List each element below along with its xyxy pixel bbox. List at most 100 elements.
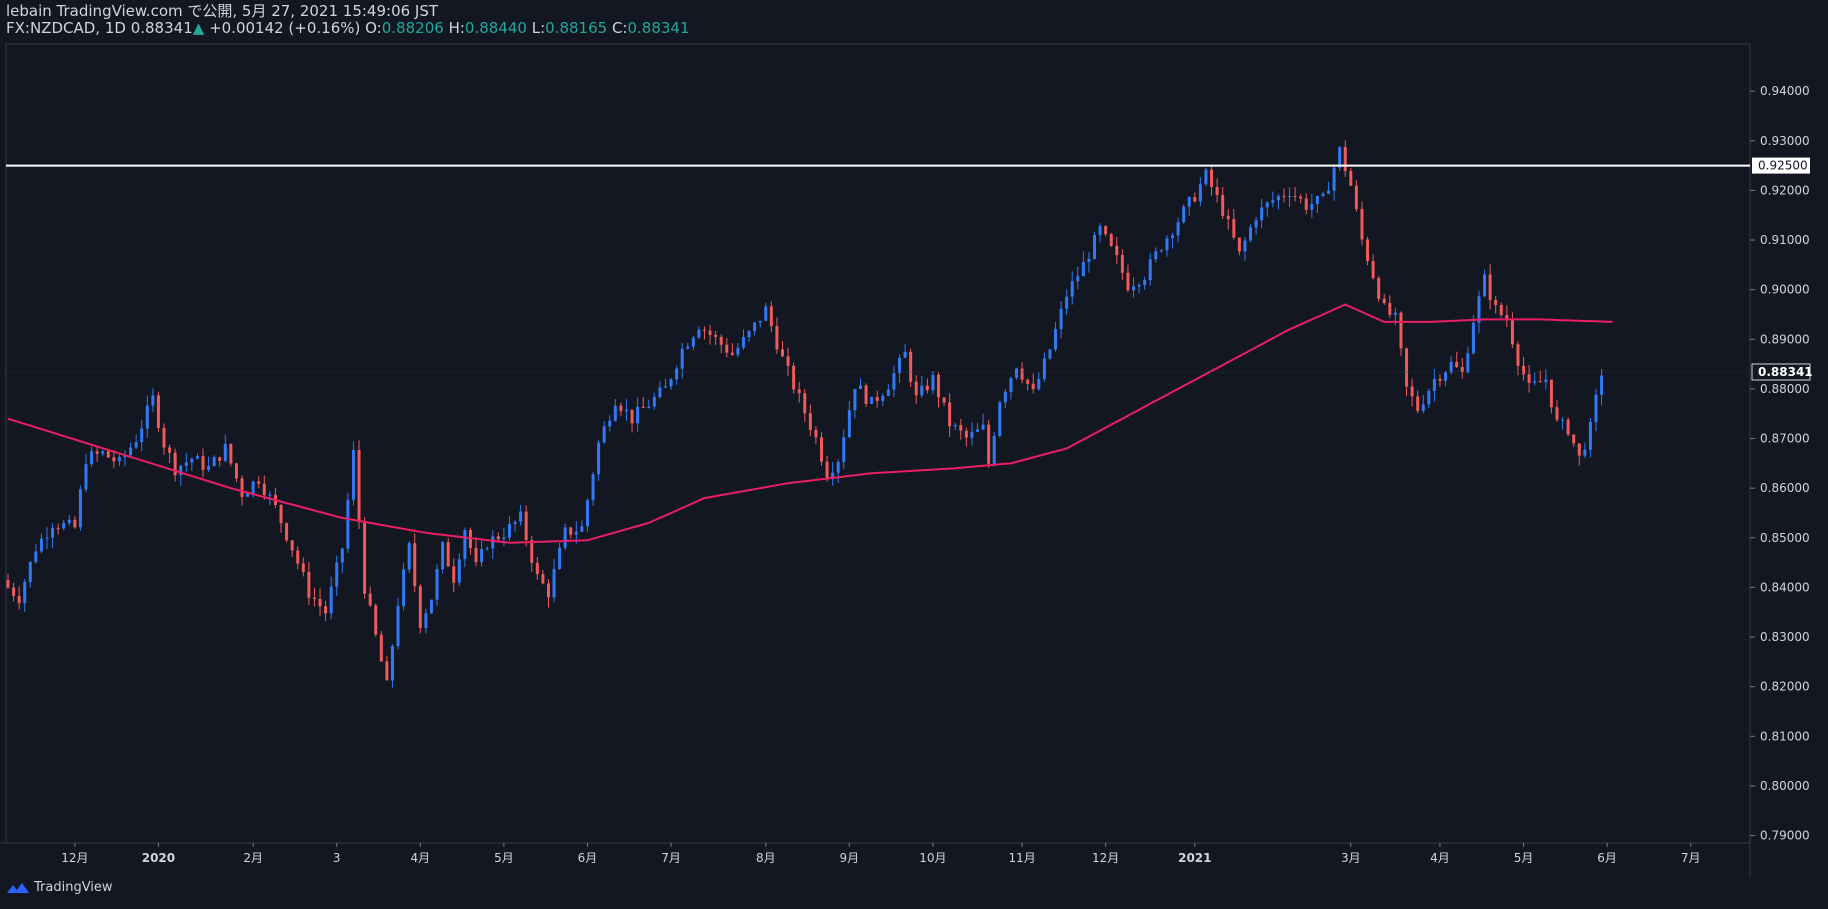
time-tick-label: 12月 [61,851,88,865]
candle-down [1343,147,1347,171]
candle-up [663,386,667,388]
candle-down [168,447,172,453]
candle-up [424,613,428,628]
candle-up [1444,372,1448,381]
plot-frame [5,43,1751,844]
candle-up [953,424,957,427]
candle-down [1109,234,1113,246]
candle-down [1510,320,1514,345]
candle-up [1003,391,1007,403]
candle-down [452,566,456,583]
candle-up [223,443,227,461]
candle-up [886,389,890,396]
candle-up [441,542,445,570]
candle-down [1405,348,1409,387]
candle-up [1332,167,1336,191]
candle-up [1254,220,1258,228]
candle-down [156,395,160,428]
candle-down [1237,237,1241,252]
price-tick-label: 0.83000 [1760,630,1810,644]
candle-down [641,406,645,408]
candle-up [624,409,628,412]
candle-up [117,457,121,462]
candle-down [12,587,16,596]
candle-down [535,562,539,575]
candle-up [129,447,133,456]
candle-down [1455,361,1459,368]
candle-down [1226,215,1230,220]
candle-up [335,562,339,587]
candle-down [569,527,573,535]
candle-down [1566,419,1570,435]
candle-down [719,336,723,345]
candle-down [379,634,383,662]
candle-down [1438,378,1442,381]
footer: TradingView [6,880,113,895]
candle-down [1126,272,1130,291]
candle-up [1154,251,1158,260]
candle-up [28,562,32,583]
price-tick-label: 0.92000 [1760,183,1810,197]
candle-up [62,522,66,529]
candle-up [1076,276,1080,282]
candle-down [363,521,367,594]
footer-brand: TradingView [34,880,113,895]
candle-up [1588,421,1592,450]
candle-up [870,396,874,404]
candle-down [714,334,718,337]
candle-down [1031,383,1035,390]
time-tick-label: 10月 [919,851,946,865]
candle-down [368,593,372,606]
candle-up [602,426,606,443]
candle-up [764,306,768,321]
candle-down [1304,198,1308,210]
candle-up [1198,184,1202,202]
candle-up [1009,377,1013,392]
candle-down [262,483,266,495]
candle-up [647,406,651,408]
candle-down [56,528,60,530]
price-chart[interactable]: 0.94000 0.93000 0.92000 0.91000 0.90000 0.890… [0,0,1828,909]
candle-up [207,466,211,470]
candle-up [1132,286,1136,291]
price-tick-label: 0.90000 [1760,283,1810,297]
price-tick-label: 0.86000 [1760,481,1810,495]
candle-down [1210,169,1214,187]
candle-down [524,511,528,541]
candle-up [519,511,523,522]
candle-down [296,550,300,564]
candle-up [480,548,484,563]
candle-down [1293,195,1297,197]
candle-down [279,505,283,524]
candle-up [457,559,461,583]
candle-up [1310,204,1314,210]
candle-up [1059,308,1063,330]
candle-up [585,500,589,527]
candle-up [1271,200,1275,203]
candle-up [613,405,617,421]
candle-up [741,337,745,348]
price-tick-label: 0.82000 [1760,680,1810,694]
candle-up [1182,206,1186,223]
time-tick-label: 3月 [1341,851,1361,865]
candle-up [84,464,88,490]
candle-up [101,451,105,454]
candle-up [1421,404,1425,411]
candle-up [1159,250,1163,252]
candle-up [1466,353,1470,373]
candle-up [898,357,902,374]
candle-up [1327,190,1331,194]
candle-down [987,424,991,464]
candle-up [1471,322,1475,354]
candle-up [251,481,255,494]
candle-up [1204,169,1208,185]
time-tick-label: 6月 [578,851,598,865]
candle-up [1265,202,1269,208]
candle-up [580,526,584,532]
candle-up [981,424,985,430]
candle-up [351,449,355,500]
candle-down [914,381,918,396]
candle-down [1104,226,1108,235]
candle-down [630,409,634,424]
candle-up [998,402,1002,436]
